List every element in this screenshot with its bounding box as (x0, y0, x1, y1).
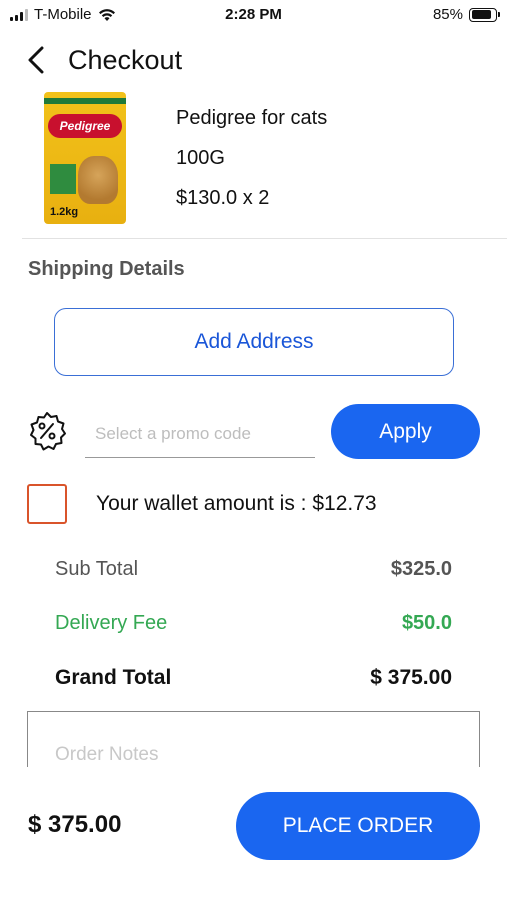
header: Checkout (22, 42, 182, 78)
product-price: $130.0 x 2 (176, 187, 270, 209)
product-item: Pedigree 1.2kg Pedigree for cats 100G $1… (44, 92, 507, 230)
apply-promo-button[interactable]: Apply (331, 404, 480, 459)
add-address-button[interactable]: Add Address (54, 308, 454, 376)
product-weight: 100G (176, 147, 225, 169)
wallet-checkbox[interactable] (27, 484, 67, 524)
promo-code-input[interactable] (85, 410, 315, 458)
place-order-button[interactable]: PLACE ORDER (236, 792, 480, 860)
delivery-fee-row: Delivery Fee $50.0 (55, 612, 452, 635)
status-right: 85% (432, 6, 500, 23)
grand-total-row: Grand Total $ 375.00 (55, 666, 452, 690)
divider (22, 238, 507, 239)
grand-total-value: $ 375.00 (370, 666, 452, 689)
battery-percent: 85% (432, 6, 463, 23)
delivery-fee-value: $50.0 (401, 612, 452, 634)
battery-icon (469, 7, 500, 22)
subtotal-value: $325.0 (390, 558, 452, 580)
delivery-fee-label: Delivery Fee (55, 612, 168, 634)
subtotal-row: Sub Total $325.0 (55, 558, 452, 581)
grand-total-label: Grand Total (55, 666, 172, 689)
product-name: Pedigree for cats (176, 107, 328, 129)
status-time: 2:28 PM (225, 6, 282, 23)
subtotal-label: Sub Total (55, 558, 139, 580)
product-image-weight: 1.2kg (50, 206, 79, 218)
footer-total: $ 375.00 (28, 811, 122, 838)
status-bar: T-Mobile 2:28 PM 85% (0, 0, 507, 30)
wallet-amount-label: Your wallet amount is : $12.73 (96, 492, 377, 515)
shipping-details-heading: Shipping Details (28, 258, 185, 280)
back-button[interactable] (22, 42, 50, 78)
order-notes-field[interactable] (27, 711, 480, 767)
percent-badge-icon (30, 412, 66, 451)
page-title: Checkout (68, 44, 183, 75)
chevron-left-icon (28, 46, 44, 74)
product-image-brand: Pedigree (48, 114, 122, 138)
product-image: Pedigree 1.2kg (44, 92, 126, 224)
